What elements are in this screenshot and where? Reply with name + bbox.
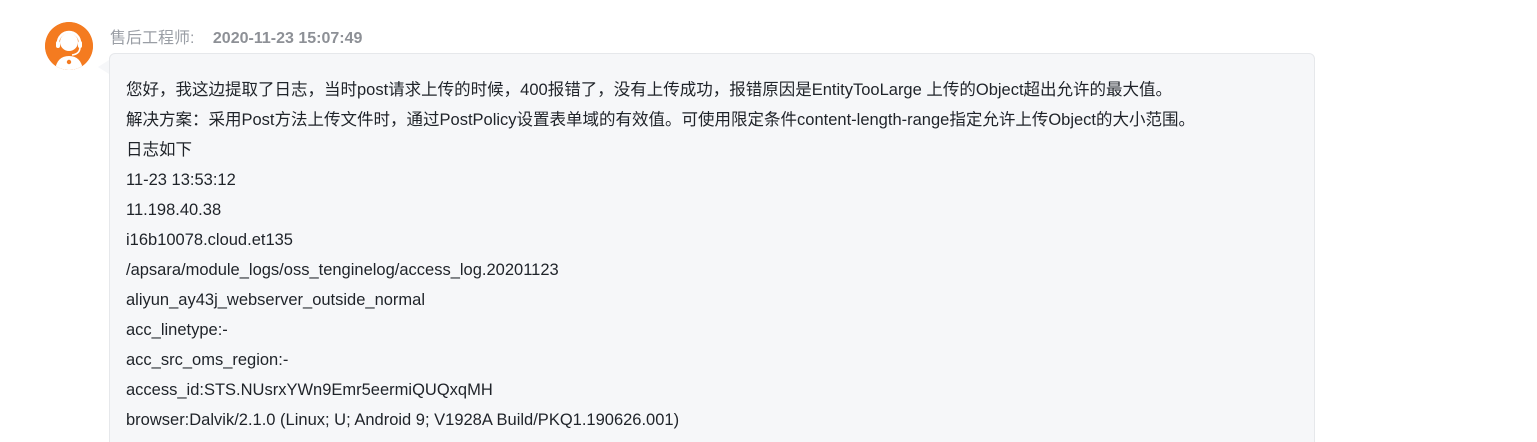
message-body: 您好，我这边提取了日志，当时post请求上传的时候，400报错了，没有上传成功，… [126,75,1306,435]
message-line: /apsara/module_logs/oss_tenginelog/acces… [126,261,559,279]
message-line: acc_src_oms_region:- [126,351,289,369]
message-line: i16b10078.cloud.et135 [126,231,293,249]
bubble-pointer [98,60,109,74]
message-line: 日志如下 [126,141,192,159]
agent-avatar-icon [45,22,93,70]
message-line: 解决方案：采用Post方法上传文件时，通过PostPolicy设置表单域的有效值… [126,111,1196,129]
message-header: 售后工程师: 2020-11-23 15:07:49 [110,28,362,50]
message-line: aliyun_ay43j_webserver_outside_normal [126,291,426,309]
message-line: browser:Dalvik/2.1.0 (Linux; U; Android … [126,411,680,429]
message-line: acc_linetype:- [126,321,228,339]
message-timestamp: 2020-11-23 15:07:49 [212,30,363,47]
message-line: access_id:STS.NUsrxYWn9Emr5eermiQUQxqMH [126,381,493,399]
author-name: 售后工程师: [110,30,195,47]
message-line: 11.198.40.38 [126,201,222,219]
message-line: 11-23 13:53:12 [126,171,236,189]
message-line: 您好，我这边提取了日志，当时post请求上传的时候，400报错了，没有上传成功，… [126,81,1173,99]
chat-message: 售后工程师: 2020-11-23 15:07:49 您好，我这边提取了日志，当… [0,0,1537,442]
